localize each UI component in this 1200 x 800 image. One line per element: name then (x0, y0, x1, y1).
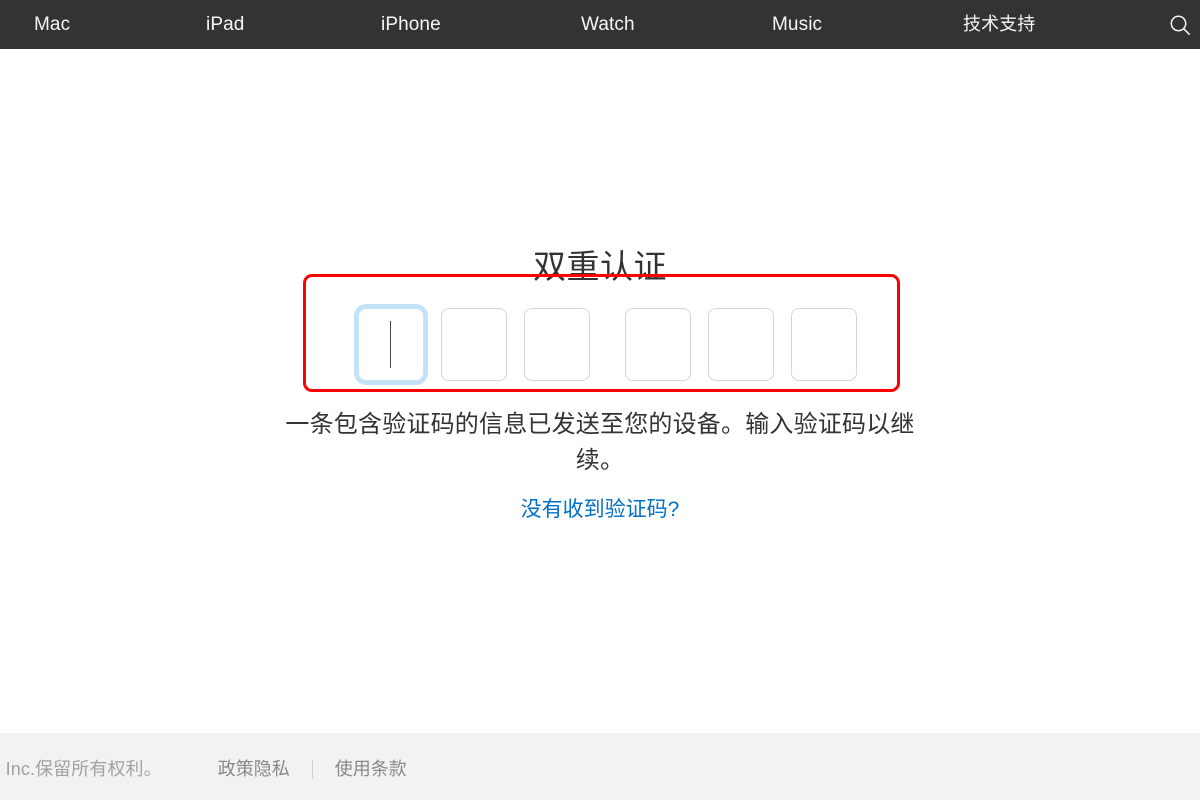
nav-item-music-label: Music (772, 14, 823, 35)
code-digit-1[interactable] (358, 308, 424, 381)
code-digit-6[interactable] (791, 308, 857, 381)
nav-item-watch-label: Watch (581, 14, 635, 35)
search-icon (1169, 14, 1191, 36)
nav-item-support-label: 技术支持 (963, 14, 1036, 34)
nav-item-mac-label: Mac (34, 14, 71, 35)
resend-code-link[interactable]: 没有收到验证码? (0, 496, 1200, 524)
main-content: 双重认证 一条包含验证码的信息已发送至您的设备。输入验证码以继续。 没有收到验证… (0, 49, 1200, 733)
nav-item-iphone-label: iPhone (381, 14, 441, 35)
code-digit-2[interactable] (441, 308, 507, 381)
footer-link-terms[interactable]: 使用条款 (335, 757, 407, 781)
footer-link-privacy[interactable]: 政策隐私 (218, 757, 290, 781)
instructions-text: 一条包含验证码的信息已发送至您的设备。输入验证码以继续。 (285, 411, 915, 474)
footer-content: Apple Inc.保留所有权利。 政策隐私 使用条款 (0, 757, 407, 781)
code-digit-4[interactable] (625, 308, 691, 381)
code-digit-5[interactable] (708, 308, 774, 381)
global-nav: Mac iPad iPhone Watch Music 技术支持 (0, 0, 1200, 49)
nav-item-mac[interactable]: Mac (34, 0, 70, 49)
nav-item-music[interactable]: Music (772, 0, 822, 49)
code-digit-3[interactable] (524, 308, 590, 381)
footer-divider (311, 759, 313, 779)
page-footer: Apple Inc.保留所有权利。 政策隐私 使用条款 (0, 733, 1200, 800)
nav-item-ipad[interactable]: iPad (206, 0, 244, 49)
verification-code-input-group[interactable] (358, 308, 857, 381)
nav-item-ipad-label: iPad (206, 14, 245, 35)
search-button[interactable] (1163, 0, 1197, 49)
footer-links: 政策隐私 使用条款 (218, 757, 407, 781)
footer-copyright: Apple Inc.保留所有权利。 (0, 759, 162, 779)
global-nav-list: Mac iPad iPhone Watch Music 技术支持 (0, 0, 1200, 49)
nav-item-iphone[interactable]: iPhone (381, 0, 441, 49)
nav-item-watch[interactable]: Watch (581, 0, 635, 49)
nav-item-support[interactable]: 技术支持 (963, 0, 1035, 49)
page-title: 双重认证 (533, 248, 667, 285)
text-caret (390, 320, 391, 368)
